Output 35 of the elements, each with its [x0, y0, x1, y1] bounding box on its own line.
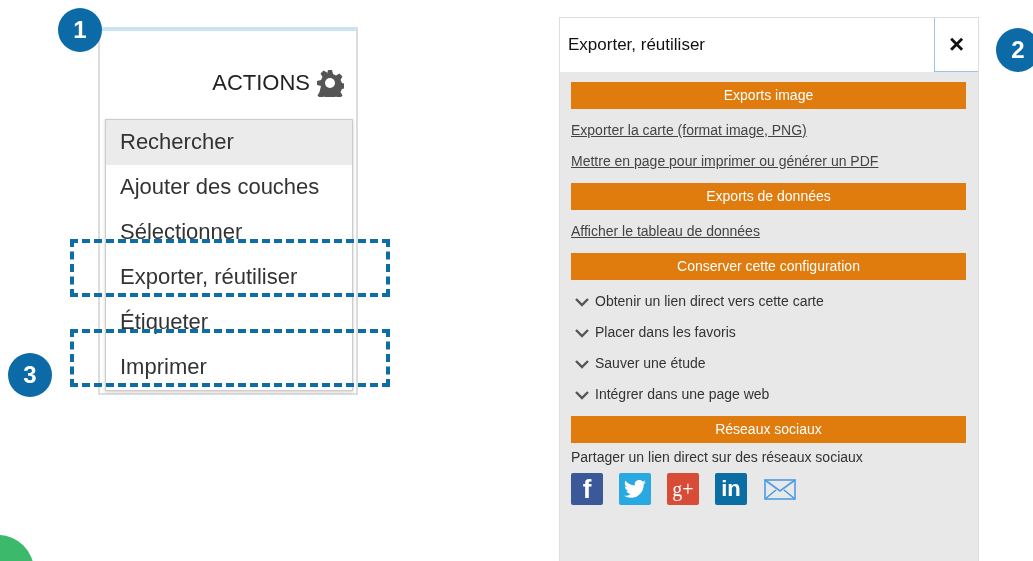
accordion-item[interactable]: Placer dans les favoris: [571, 317, 736, 348]
facebook-button[interactable]: f: [571, 473, 603, 505]
section-header: Conserver cette configuration: [571, 253, 966, 280]
callout-number: 2: [996, 28, 1033, 72]
chevron-down-icon: [574, 358, 590, 369]
actions-button[interactable]: ACTIONS: [212, 69, 344, 97]
chevron-down-icon: [574, 389, 590, 400]
panel-title: Exporter, réutiliser: [567, 34, 706, 56]
menu-item[interactable]: Sélectionner: [106, 210, 352, 255]
share-text: Partager un lien direct sur des réseaux sociaux: [571, 448, 864, 467]
close-button[interactable]: ×: [934, 18, 978, 72]
section-header: Exports image: [571, 82, 966, 109]
mail-icon[interactable]: [763, 477, 797, 501]
accordion-item[interactable]: Intégrer dans une page web: [571, 379, 770, 410]
menu-item[interactable]: Étiqueter: [106, 300, 352, 345]
menu-item[interactable]: Rechercher: [106, 120, 352, 165]
callout-number: 1: [58, 8, 102, 52]
menu-item[interactable]: Ajouter des couches: [106, 165, 352, 210]
chevron-down-icon: [574, 296, 590, 307]
accordion-item[interactable]: Obtenir un lien direct vers cette carte: [571, 286, 824, 317]
gear-icon: [316, 69, 344, 97]
accordion-item[interactable]: Sauver une étude: [571, 348, 706, 379]
chevron-down-icon: [574, 327, 590, 338]
section-header: Réseaux sociaux: [571, 416, 966, 443]
section-header: Exports de données: [571, 183, 966, 210]
linkedin-button[interactable]: in: [715, 473, 747, 505]
callout-number: 3: [8, 353, 52, 397]
menu-item[interactable]: Exporter, réutiliser: [106, 255, 352, 300]
link[interactable]: Exporter la carte (format image, PNG): [571, 115, 807, 146]
google-plus-button[interactable]: g+: [667, 473, 699, 505]
link[interactable]: Afficher le tableau de données: [571, 216, 760, 247]
link[interactable]: Mettre en page pour imprimer ou générer un PDF: [571, 146, 879, 177]
twitter-button[interactable]: [619, 473, 651, 505]
bird-icon: [623, 479, 647, 499]
menu-item[interactable]: Imprimer: [106, 345, 352, 390]
